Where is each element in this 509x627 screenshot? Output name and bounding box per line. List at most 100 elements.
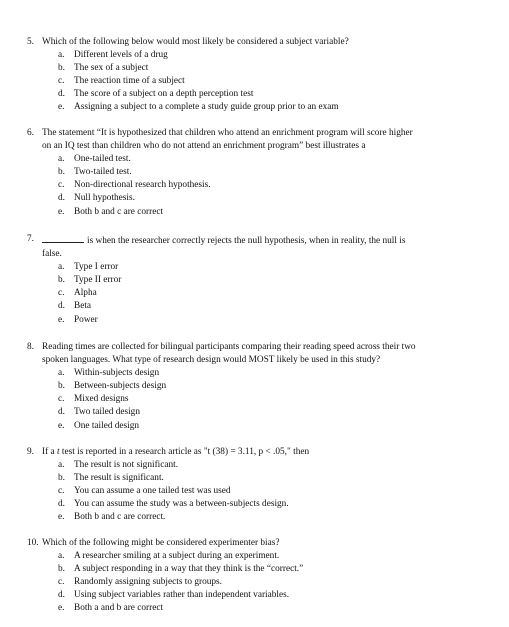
option-letter: e. xyxy=(58,206,65,217)
option-e[interactable]: e. Both b and c are correct. xyxy=(27,511,487,524)
question-number: 10. xyxy=(27,538,39,548)
option-text: Power xyxy=(74,314,98,325)
option-letter: c. xyxy=(58,76,65,87)
option-b[interactable]: b. The sex of a subject xyxy=(27,62,487,75)
option-letter: c. xyxy=(58,180,65,191)
option-d[interactable]: d. Beta xyxy=(27,300,487,313)
option-text: Within-subjects design xyxy=(74,368,160,379)
option-b[interactable]: b. Between-subjects design xyxy=(27,380,487,393)
option-c[interactable]: c. You can assume a one tailed test was u… xyxy=(27,485,487,498)
question-5: 5. Which of the following below would mo… xyxy=(27,36,487,115)
option-a[interactable]: a. A researcher smiling at a subject duri… xyxy=(27,550,487,563)
question-text: The statement “It is hypothesized that c… xyxy=(42,128,413,138)
option-a[interactable]: a. The result is not significant. xyxy=(27,459,487,472)
option-e[interactable]: e. Both a and b are correct xyxy=(27,602,487,615)
option-d[interactable]: d. Null hypothesis. xyxy=(27,192,487,205)
option-a[interactable]: a. Different levels of a drug xyxy=(27,49,487,62)
option-a[interactable]: a. Type I error xyxy=(27,261,487,274)
document-page: 5. Which of the following below would mo… xyxy=(0,0,509,627)
question-text-wrapper: If a t test is reported in a research ar… xyxy=(42,446,487,459)
option-a[interactable]: a. Within-subjects design xyxy=(27,367,487,380)
option-letter: a. xyxy=(58,460,65,471)
option-e[interactable]: e. One tailed design xyxy=(27,420,487,433)
option-text: Two tailed design xyxy=(74,407,140,418)
option-c[interactable]: c. Mixed designs xyxy=(27,393,487,406)
question-7: 7. is when the researcher correctly reje… xyxy=(27,233,487,327)
option-text: One-tailed test. xyxy=(74,154,131,165)
option-letter: b. xyxy=(58,381,65,392)
option-text: You can assume a one tailed test was use… xyxy=(74,486,231,497)
option-letter: d. xyxy=(58,407,65,418)
option-letter: b. xyxy=(58,564,65,575)
option-letter: c. xyxy=(58,394,65,405)
option-text: Beta xyxy=(74,301,92,312)
option-d[interactable]: d. You can assume the study was a between… xyxy=(27,498,487,511)
option-list: a. Within-subjects design b. Between-subje… xyxy=(27,367,487,432)
option-d[interactable]: d. Using subject variables rather than in… xyxy=(27,589,487,602)
option-list: a. Different levels of a drug b. The sex o… xyxy=(27,49,487,114)
option-text: Between-subjects design xyxy=(74,381,167,392)
option-text: Both b and c are correct xyxy=(74,206,164,217)
option-text: The reaction time of a subject xyxy=(74,76,185,87)
option-text: Assigning a subject to a complete a stud… xyxy=(74,102,339,113)
option-letter: a. xyxy=(58,50,65,61)
option-text: The score of a subject on a depth percep… xyxy=(74,89,254,100)
option-text: Type II error xyxy=(74,275,122,286)
option-b[interactable]: b. The result is significant. xyxy=(27,472,487,485)
option-e[interactable]: e. Assigning a subject to a complete a st… xyxy=(27,101,487,114)
option-c[interactable]: c. The reaction time of a subject xyxy=(27,75,487,88)
question-text: Which of the following below would most … xyxy=(42,37,349,47)
option-c[interactable]: c. Randomly assigning subjects to groups. xyxy=(27,576,487,589)
option-list: a. One-tailed test. b. Two-tailed test. c.… xyxy=(27,153,487,218)
option-a[interactable]: a. One-tailed test. xyxy=(27,153,487,166)
option-e[interactable]: e. Both b and c are correct xyxy=(27,206,487,219)
option-text: Mixed designs xyxy=(74,394,129,405)
question-9: 9. If a t test is reported in a research… xyxy=(27,446,487,525)
option-text: A subject responding in a way that they … xyxy=(74,564,304,575)
option-text: The result is significant. xyxy=(74,473,164,484)
option-letter: b. xyxy=(58,63,65,74)
option-d[interactable]: d. The score of a subject on a depth perc… xyxy=(27,88,487,101)
option-list: a. Type I error b. Type II error c. Alpha d… xyxy=(27,261,487,326)
question-text-post: test is reported in a research article a… xyxy=(59,447,310,457)
question-text-continued: on an IQ test than children who do not a… xyxy=(42,141,366,152)
option-letter: a. xyxy=(58,551,65,562)
option-e[interactable]: e. Power xyxy=(27,314,487,327)
question-text: Which of the following might be consider… xyxy=(42,538,280,548)
option-text: Two-tailed test. xyxy=(74,167,132,178)
option-b[interactable]: b. A subject responding in a way that the… xyxy=(27,563,487,576)
option-text: Randomly assigning subjects to groups. xyxy=(74,577,222,588)
option-text: Alpha xyxy=(74,288,97,299)
option-letter: b. xyxy=(58,167,65,178)
option-c[interactable]: c. Alpha xyxy=(27,287,487,300)
question-text-continued: spoken languages. What type of research … xyxy=(42,355,381,366)
option-letter: e. xyxy=(58,314,65,325)
option-text: Type I error xyxy=(74,262,119,273)
option-letter: c. xyxy=(58,577,65,588)
option-b[interactable]: b. Type II error xyxy=(27,274,487,287)
option-letter: e. xyxy=(58,420,65,431)
option-letter: c. xyxy=(58,486,65,497)
option-letter: c. xyxy=(58,288,65,299)
question-text: Reading times are collected for bilingua… xyxy=(42,342,416,352)
option-text: Non-directional research hypothesis. xyxy=(74,180,211,191)
option-letter: d. xyxy=(58,89,65,100)
option-list: a. The result is not significant. b. The r… xyxy=(27,459,487,524)
option-c[interactable]: c. Non-directional research hypothesis. xyxy=(27,179,487,192)
option-text: Different levels of a drug xyxy=(74,50,168,61)
fill-in-blank xyxy=(42,233,84,243)
option-letter: d. xyxy=(58,193,65,204)
question-number: 9. xyxy=(27,447,34,457)
option-letter: d. xyxy=(58,590,65,601)
option-letter: d. xyxy=(58,301,65,312)
option-letter: a. xyxy=(58,368,65,379)
option-text: Using subject variables rather than inde… xyxy=(74,590,290,601)
option-d[interactable]: d. Two tailed design xyxy=(27,406,487,419)
option-text: A researcher smiling at a subject during… xyxy=(74,551,280,562)
option-b[interactable]: b. Two-tailed test. xyxy=(27,166,487,179)
question-number: 8. xyxy=(27,342,34,352)
question-8: 8. Reading times are collected for bilin… xyxy=(27,341,487,433)
option-text: Null hypothesis. xyxy=(74,193,135,204)
option-text: You can assume the study was a between-s… xyxy=(74,499,289,510)
option-letter: e. xyxy=(58,603,65,614)
